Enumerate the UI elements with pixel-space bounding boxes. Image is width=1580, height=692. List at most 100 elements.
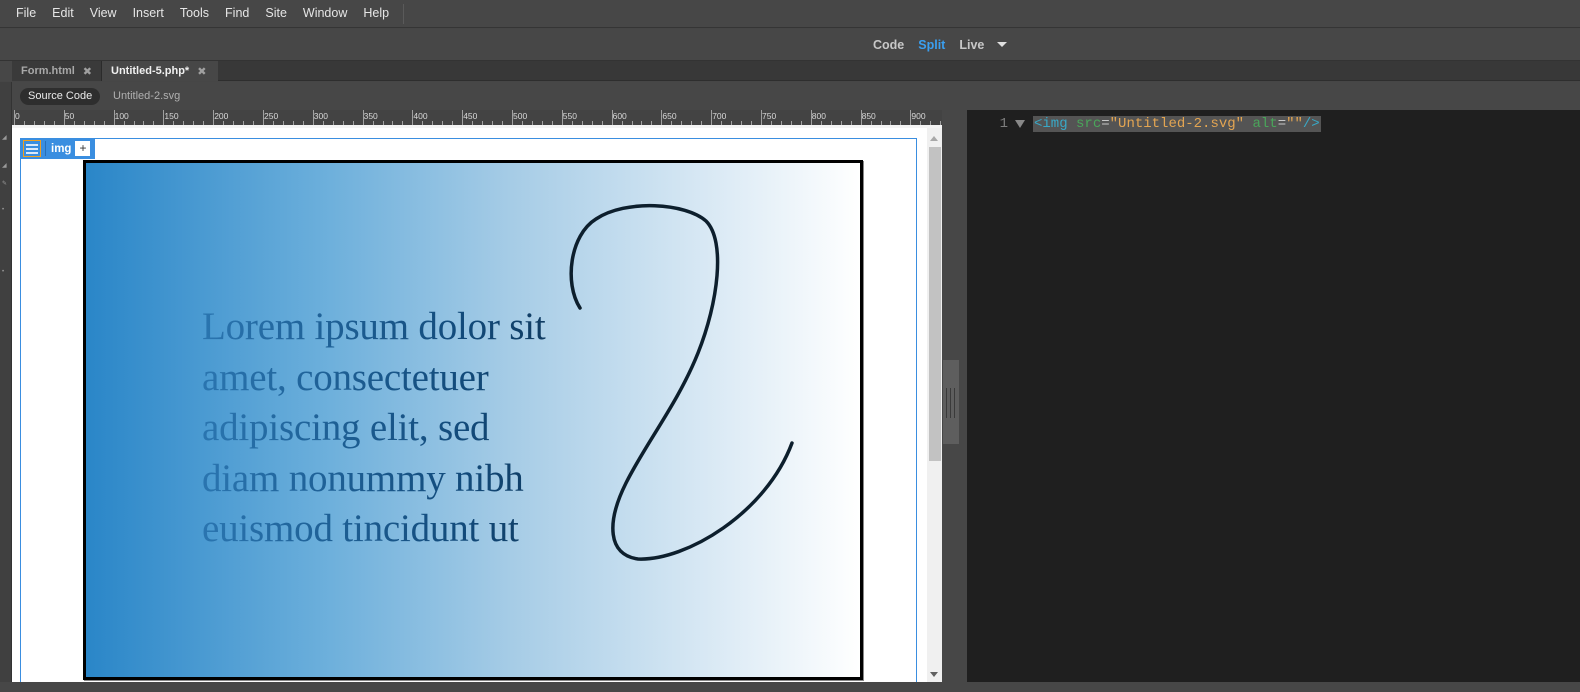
ruler-tick <box>880 121 882 125</box>
tool-icon[interactable]: • <box>2 269 7 275</box>
ruler-label: 700 <box>712 111 727 121</box>
ruler-tick <box>920 121 922 125</box>
ruler-tick <box>93 121 95 125</box>
menu-edit[interactable]: Edit <box>44 0 82 28</box>
ruler-tick <box>521 121 523 125</box>
ruler-tick <box>422 121 424 125</box>
code-value: "Untitled-2.svg" <box>1109 116 1245 132</box>
ruler-tick <box>502 121 504 125</box>
collapse-arrow-icon[interactable]: ◢ <box>2 162 7 169</box>
collapse-arrow-icon[interactable]: ◢ <box>2 134 7 141</box>
code-tag-close: /> <box>1302 116 1320 132</box>
scrollbar-thumb[interactable] <box>929 147 941 461</box>
menu-view[interactable]: View <box>82 0 125 28</box>
menu-site[interactable]: Site <box>257 0 295 28</box>
ruler-tick <box>830 121 832 125</box>
ruler-tick <box>671 121 673 125</box>
tabbar-spacer <box>0 61 12 81</box>
menu-help[interactable]: Help <box>355 0 397 28</box>
code-line[interactable]: 1 <img src="Untitled-2.svg" alt=""/> <box>967 115 1321 133</box>
code-attr: alt <box>1252 116 1278 132</box>
ruler-tick <box>621 121 623 125</box>
ruler-label: 0 <box>15 111 20 121</box>
ruler-tick <box>173 121 175 125</box>
tool-icon[interactable]: • <box>2 207 7 213</box>
ruler-tick <box>641 121 643 125</box>
svg-image[interactable]: Lorem ipsum dolor sit amet, consectetuer… <box>83 160 863 680</box>
ruler-tick <box>382 121 384 125</box>
ruler-tick <box>123 121 125 125</box>
menu-insert[interactable]: Insert <box>125 0 172 28</box>
curve-path-graphic <box>569 204 794 561</box>
element-tag-label[interactable]: img <box>51 143 71 155</box>
element-hud: img + <box>20 138 95 159</box>
ruler-tick <box>342 121 344 125</box>
ruler-tick <box>183 121 185 125</box>
ruler-label: 350 <box>363 111 378 121</box>
menu-bar: File Edit View Insert Tools Find Site Wi… <box>0 0 1580 28</box>
code-view-button[interactable]: Code <box>866 38 911 52</box>
related-files-bar: Source Code Untitled-2.svg <box>12 82 1580 110</box>
ruler-tick <box>721 121 723 125</box>
ruler-tick <box>601 121 603 125</box>
ruler-tick <box>402 121 404 125</box>
ruler-tick <box>492 121 494 125</box>
ruler-tick <box>840 121 842 125</box>
ruler-label: 250 <box>264 111 279 121</box>
ruler-tick <box>890 121 892 125</box>
fold-arrow-icon[interactable] <box>1015 120 1025 128</box>
tab-untitled-5-php[interactable]: Untitled-5.php* ✖ <box>102 61 218 81</box>
ruler-tick <box>531 121 533 125</box>
selected-code[interactable]: <img src="Untitled-2.svg" alt=""/> <box>1033 116 1321 132</box>
code-view[interactable]: 1 <img src="Untitled-2.svg" alt=""/> <box>967 110 1580 682</box>
ruler-tick <box>741 121 743 125</box>
split-divider[interactable] <box>942 110 967 682</box>
scroll-up-arrow-icon[interactable] <box>930 136 938 141</box>
edit-icon[interactable]: ✎ <box>2 180 7 187</box>
ruler-tick <box>850 121 852 125</box>
ruler-tick <box>193 121 195 125</box>
ruler-tick <box>631 121 633 125</box>
ruler-tick <box>292 121 294 125</box>
source-code-button[interactable]: Source Code <box>20 88 101 105</box>
ruler-tick <box>691 121 693 125</box>
close-icon[interactable]: ✖ <box>197 65 206 78</box>
view-switcher: Code Split Live <box>866 29 1008 60</box>
ruler-label: 750 <box>762 111 777 121</box>
related-file-svg[interactable]: Untitled-2.svg <box>113 88 180 105</box>
menu-file[interactable]: File <box>8 0 44 28</box>
code-value: "" <box>1286 116 1303 132</box>
tab-label: Form.html <box>21 65 75 77</box>
ruler-label: 650 <box>662 111 677 121</box>
ruler-tick <box>272 121 274 125</box>
design-view[interactable]: img + Lorem ipsum dolor sit amet, consec… <box>12 128 942 682</box>
scroll-down-arrow-icon[interactable] <box>930 672 938 677</box>
hamburger-menu-icon[interactable] <box>23 140 41 157</box>
ruler-tick <box>731 121 733 125</box>
swirl-curve <box>569 204 794 561</box>
menu-tools[interactable]: Tools <box>172 0 217 28</box>
ruler-tick <box>800 121 802 125</box>
caret-down-icon[interactable] <box>997 42 1008 47</box>
ruler-tick <box>233 121 235 125</box>
ruler-tick <box>372 121 374 125</box>
splitter-handle[interactable] <box>943 360 959 444</box>
ruler-tick <box>751 121 753 125</box>
ruler-label: 200 <box>214 111 229 121</box>
bottom-bar <box>0 682 1580 692</box>
add-class-button[interactable]: + <box>75 141 91 156</box>
ruler-tick <box>870 121 872 125</box>
menu-window[interactable]: Window <box>295 0 355 28</box>
live-view-button[interactable]: Live <box>952 38 991 52</box>
ruler-tick <box>133 121 135 125</box>
split-view-button[interactable]: Split <box>911 38 952 52</box>
ruler-label: 150 <box>164 111 179 121</box>
close-icon[interactable]: ✖ <box>83 65 92 78</box>
ruler-tick <box>322 121 324 125</box>
tab-form-html[interactable]: Form.html ✖ <box>12 61 102 81</box>
design-vertical-scrollbar[interactable] <box>927 128 942 682</box>
left-toolbar-strip: ◢ ◢ ✎ • • <box>0 82 12 692</box>
ruler-tick <box>701 121 703 125</box>
menu-find[interactable]: Find <box>217 0 257 28</box>
ruler-tick <box>203 121 205 125</box>
